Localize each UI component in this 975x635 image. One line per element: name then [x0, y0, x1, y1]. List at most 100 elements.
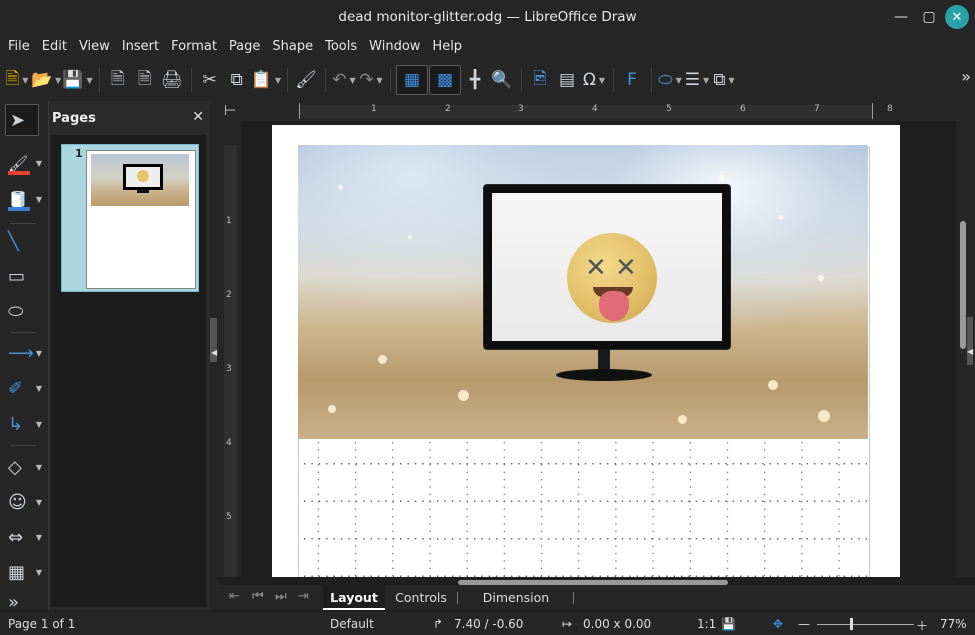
new-icon[interactable]: 🗎 ▼ — [4, 65, 30, 95]
menu-window[interactable]: Window — [363, 34, 426, 59]
menu-file[interactable]: File — [2, 34, 36, 59]
fit-page-icon[interactable]: ✥ — [773, 617, 783, 631]
minimize-icon[interactable]: — — [889, 5, 913, 29]
horizontal-ruler[interactable]: 1 2 3 4 5 6 7 8 — [241, 101, 956, 121]
menu-page[interactable]: Page — [223, 34, 266, 59]
helplines-icon[interactable]: ╋ — [462, 65, 488, 95]
menu-help[interactable]: Help — [426, 34, 468, 59]
insert-textbox-icon[interactable]: ▤ — [554, 65, 580, 95]
next-tab-icon[interactable]: ⏭ — [275, 589, 287, 604]
title-bar: dead monitor-glitter.odg — LibreOffice D… — [0, 0, 975, 34]
undo-icon[interactable]: ↶ ▼ — [331, 65, 357, 95]
transformations-icon[interactable]: ⬭ ▼ — [657, 65, 683, 95]
line-color-icon[interactable]: 🖌 ▼ — [4, 147, 44, 179]
ruler-label: 1 — [371, 104, 377, 114]
clone-formatting-icon[interactable]: 🖌 — [293, 65, 319, 95]
arrange-icon[interactable]: ⧉ ▼ — [711, 65, 737, 95]
zoom-slider[interactable] — [817, 624, 914, 625]
export-pdf-icon[interactable]: 🗎 — [132, 65, 158, 95]
save-icon[interactable]: 💾 ▼ — [62, 65, 92, 95]
tab-dimension-lines[interactable]: Dimension Lines — [465, 585, 567, 630]
ruler-indent-marker[interactable] — [299, 103, 300, 119]
block-arrows-icon[interactable]: ⇔ ▼ — [4, 521, 44, 553]
vertical-ruler[interactable]: 1 2 3 4 5 — [219, 121, 241, 577]
ellipse-icon[interactable]: ⬭ — [4, 295, 44, 327]
zoom-slider-knob[interactable] — [850, 618, 853, 630]
sidebar-handle[interactable] — [967, 317, 973, 365]
copy-icon[interactable]: ⧉ — [224, 65, 250, 95]
menu-edit[interactable]: Edit — [36, 34, 73, 59]
object-size: 0.00 x 0.00 — [583, 617, 652, 631]
ruler-label: 3 — [226, 364, 232, 374]
ruler-label: 3 — [518, 104, 524, 114]
page-indicator: Page 1 of 1 — [8, 617, 76, 631]
line-icon[interactable]: ╲ — [4, 225, 44, 257]
ruler-indent-marker[interactable] — [872, 103, 873, 119]
previous-tab-icon[interactable]: ⏮ — [252, 589, 264, 604]
image-dead-monitor-glitter[interactable]: ✕ ✕ — [298, 145, 868, 439]
ruler-label: 5 — [666, 104, 672, 114]
master-page-style: Default — [330, 617, 374, 631]
connectors-icon[interactable]: ↳ ▼ — [4, 408, 44, 440]
paste-icon[interactable]: 📋 ▼ — [251, 65, 281, 95]
page-thumbnail[interactable]: 1 — [61, 144, 199, 292]
snap-to-grid-icon[interactable]: ▩ — [428, 65, 461, 95]
tab-controls[interactable]: Controls — [391, 585, 451, 610]
collapse-arrow-icon[interactable]: ◀ — [211, 348, 217, 357]
monitor-illustration: ✕ ✕ — [484, 185, 730, 349]
display-grid-icon[interactable]: ▦ — [395, 65, 428, 95]
align-icon[interactable]: ☰ ▼ — [684, 65, 710, 95]
ruler-label: 4 — [226, 438, 232, 448]
fill-color-swatch — [8, 207, 30, 211]
menu-bar: File Edit View Insert Format Page Shape … — [0, 34, 975, 59]
page-thumbnail-preview — [86, 150, 196, 289]
export-icon[interactable]: 🗎 — [105, 65, 131, 95]
close-icon[interactable]: ✕ — [192, 109, 204, 125]
layer-tabs-bar: ⇤ ⏮ ⏭ ⇥ Layout Controls Dimension Lines — [219, 585, 975, 630]
drawing-canvas[interactable]: ✕ ✕ — [241, 121, 956, 577]
maximize-icon[interactable]: ▢ — [917, 5, 941, 29]
flowchart-icon[interactable]: ▦ ▼ — [4, 556, 44, 588]
print-icon[interactable]: 🖨 — [159, 65, 185, 95]
ruler-label: 6 — [740, 104, 746, 114]
document-modified-icon: 💾 — [721, 617, 736, 631]
fill-color-icon[interactable]: 🧻 ▼ — [4, 183, 44, 215]
menu-format[interactable]: Format — [165, 34, 223, 59]
vertical-scrollbar[interactable]: ◀ — [956, 101, 975, 577]
lines-arrows-icon[interactable]: ⟶ ▼ — [4, 337, 44, 369]
rectangle-icon[interactable]: ▭ — [4, 260, 44, 292]
scale-factor: 1:1 — [697, 617, 717, 631]
zoom-out-icon[interactable]: — — [798, 617, 810, 631]
curves-polygons-icon[interactable]: ✐ ▼ — [4, 372, 44, 404]
basic-shapes-icon[interactable]: ◇ ▼ — [4, 451, 44, 483]
fontwork-icon[interactable]: F — [619, 65, 645, 95]
tab-layout[interactable]: Layout — [323, 585, 385, 610]
open-icon[interactable]: 📂 ▼ — [31, 65, 61, 95]
close-icon[interactable]: ✕ — [945, 5, 969, 29]
zoom-in-icon[interactable]: ＋ — [916, 617, 928, 634]
pages-header: Pages — [52, 111, 96, 126]
more-icon[interactable]: » — [961, 67, 971, 86]
ruler-label: 8 — [887, 104, 893, 114]
cut-icon[interactable]: ✂ — [197, 65, 223, 95]
insert-image-icon[interactable]: 🖻 — [527, 65, 553, 95]
grid-points — [301, 439, 867, 577]
redo-icon[interactable]: ↷ ▼ — [358, 65, 384, 95]
first-tab-icon[interactable]: ⇤ — [229, 589, 240, 604]
page-number: 1 — [75, 147, 83, 160]
last-tab-icon[interactable]: ⇥ — [298, 589, 309, 604]
expand-sidebar-arrow-icon[interactable]: ◀ — [967, 347, 973, 356]
zoom-level[interactable]: 77% — [940, 617, 967, 631]
vertical-scroll-thumb[interactable] — [960, 221, 966, 349]
ruler-label: 1 — [226, 216, 232, 226]
menu-insert[interactable]: Insert — [116, 34, 165, 59]
special-character-icon[interactable]: Ω ▼ — [581, 65, 607, 95]
menu-view[interactable]: View — [73, 34, 116, 59]
pages-list: 1 — [51, 135, 206, 607]
menu-shape[interactable]: Shape — [266, 34, 319, 59]
zoom-pan-icon[interactable]: 🔍 — [489, 65, 515, 95]
symbol-shapes-icon[interactable]: ☺ ▼ — [4, 486, 44, 518]
menu-tools[interactable]: Tools — [319, 34, 363, 59]
ruler-label: 2 — [226, 290, 232, 300]
select-icon[interactable]: ➤ — [5, 104, 39, 136]
